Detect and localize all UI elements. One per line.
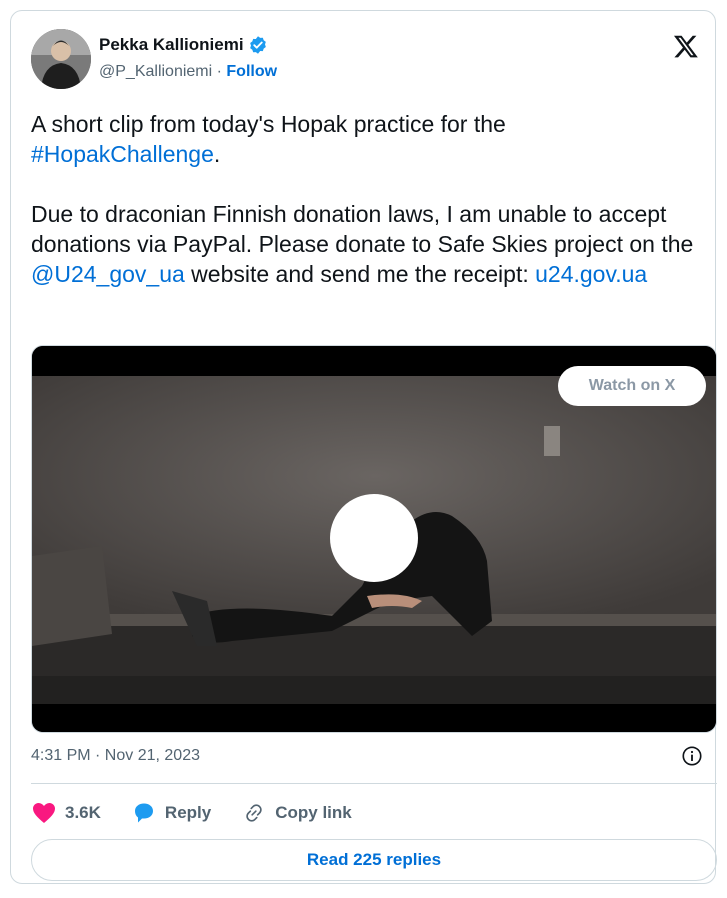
heart-icon	[31, 801, 57, 825]
tweet-text: A short clip from today's Hopak practice…	[31, 109, 701, 289]
verified-badge-icon	[249, 36, 266, 54]
tweet-text-segment: .	[213, 141, 221, 167]
reply-bubble-icon	[131, 801, 157, 825]
read-replies-button[interactable]: Read 225 replies	[31, 839, 717, 881]
avatar[interactable]	[31, 29, 91, 89]
author-name[interactable]: Pekka Kallioniemi	[99, 35, 244, 55]
x-logo-icon[interactable]	[673, 33, 699, 59]
like-button[interactable]: 3.6K	[31, 801, 101, 825]
follow-button[interactable]: Follow	[226, 63, 277, 80]
info-icon[interactable]	[681, 745, 703, 767]
author-handle[interactable]: @P_Kallioniemi	[99, 63, 212, 80]
author-name-row: Pekka Kallioniemi	[99, 35, 268, 55]
reply-button[interactable]: Reply	[131, 801, 211, 825]
divider	[31, 783, 717, 784]
watch-on-x-button[interactable]: Watch on X	[558, 366, 706, 406]
tweet-text-segment: Due to draconian Finnish donation laws, …	[31, 201, 694, 257]
copy-link-label: Copy link	[275, 803, 352, 822]
handle-separator: ·	[212, 63, 227, 80]
tweet-text-segment: website and send me the receipt:	[184, 261, 536, 287]
url-link[interactable]: u24.gov.ua	[535, 261, 647, 287]
hashtag-link[interactable]: #HopakChallenge	[31, 141, 214, 167]
link-icon	[241, 801, 267, 825]
tweet-actions: 3.6K Reply Copy link	[31, 801, 382, 825]
copy-link-button[interactable]: Copy link	[241, 801, 352, 825]
like-count: 3.6K	[65, 803, 101, 822]
reply-label: Reply	[164, 803, 212, 822]
tweet-text-segment: A short clip from today's Hopak practice…	[31, 111, 506, 137]
tweet-timestamp[interactable]: 4:31 PM · Nov 21, 2023	[31, 747, 200, 765]
tweet-paragraph-2: Due to draconian Finnish donation laws, …	[31, 199, 701, 289]
tweet-paragraph-1: A short clip from today's Hopak practice…	[31, 109, 701, 169]
video-player[interactable]: Watch on X	[31, 345, 717, 733]
author-handle-row: @P_Kallioniemi · Follow	[99, 63, 277, 81]
paragraph-spacer	[31, 169, 701, 199]
tweet-card: Pekka Kallioniemi @P_Kallioniemi · Follo…	[10, 10, 717, 884]
mention-link[interactable]: @U24_gov_ua	[31, 261, 185, 287]
